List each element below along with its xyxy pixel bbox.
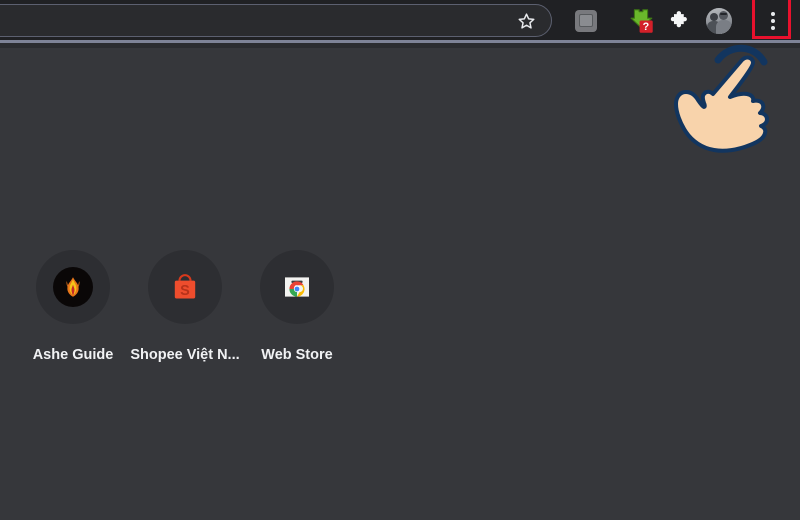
- shortcut-icon-container: [260, 250, 334, 324]
- download-icon[interactable]: ?: [625, 5, 656, 36]
- shortcut-tile-web-store[interactable]: Web Store: [241, 250, 353, 363]
- profile-avatar[interactable]: [703, 5, 734, 36]
- browser-window: ? Ashe Guide S Shopee Việt N... Web Stor…: [0, 0, 800, 520]
- shortcut-label: Ashe Guide: [32, 347, 114, 363]
- shortcut-icon-container: [36, 250, 110, 324]
- shortcut-tiles: Ashe Guide S Shopee Việt N... Web Store: [0, 250, 800, 363]
- pointing-hand-cursor: [672, 38, 800, 168]
- shortcut-icon-container: S: [148, 250, 222, 324]
- bookmark-star-icon[interactable]: [516, 11, 537, 32]
- ashe-guide-favicon: [53, 267, 93, 307]
- disabled-extension-icon[interactable]: [570, 5, 601, 36]
- shortcut-tile-ashe-guide[interactable]: Ashe Guide: [17, 250, 129, 363]
- shortcut-label: Web Store: [261, 347, 333, 363]
- chrome-web-store-favicon: [279, 269, 315, 305]
- svg-text:S: S: [180, 283, 190, 299]
- extensions-puzzle-icon[interactable]: [665, 5, 696, 36]
- browser-toolbar: ?: [0, 0, 800, 41]
- shopee-favicon: S: [166, 268, 204, 306]
- shortcut-tile-shopee[interactable]: S Shopee Việt N...: [129, 250, 241, 363]
- address-bar[interactable]: [0, 4, 552, 37]
- shortcut-label: Shopee Việt N...: [130, 347, 240, 363]
- avatar-image: [705, 7, 732, 34]
- menu-highlight-box: [752, 0, 791, 39]
- download-badge-text: ?: [642, 21, 649, 33]
